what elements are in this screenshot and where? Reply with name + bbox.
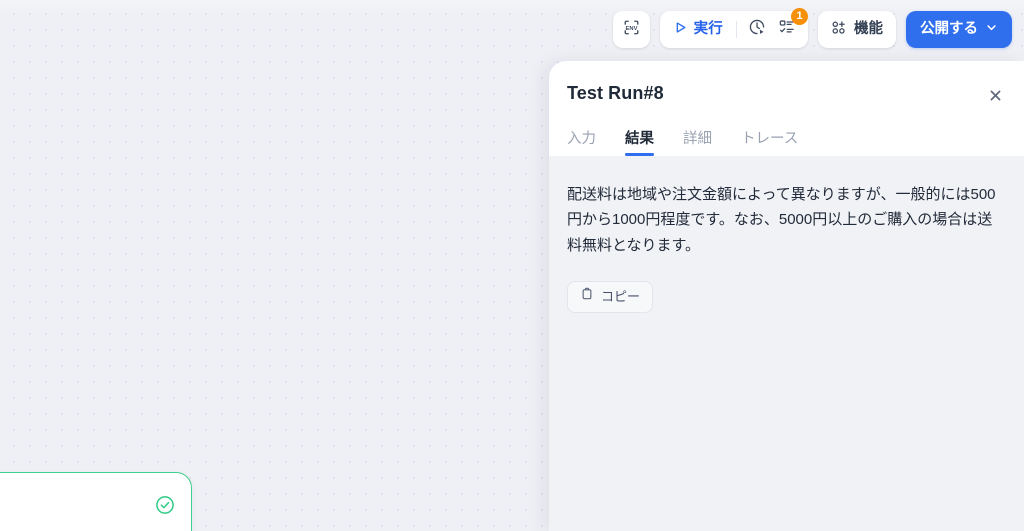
- workflow-node[interactable]: [0, 472, 192, 531]
- close-icon[interactable]: [983, 83, 1007, 107]
- run-button-label: 実行: [693, 21, 723, 38]
- chevron-down-icon: [985, 21, 998, 39]
- publish-button-label: 公開する: [920, 21, 978, 38]
- panel-body: 配送料は地域や注文金額によって異なりますが、一般的には500円から1000円程度…: [549, 156, 1024, 313]
- check-circle-icon: [155, 495, 175, 515]
- apps-plus-icon: [830, 19, 847, 41]
- panel-header: Test Run#8 入力 結果 詳細 トレース: [549, 61, 1024, 156]
- app-root: ENV 実行 1 機能 公開する Test Run#8 入力 結果 詳細 トレー…: [0, 0, 1024, 531]
- run-button[interactable]: 実行: [666, 15, 731, 44]
- tab-result[interactable]: 結果: [625, 132, 654, 156]
- panel-tabs: 入力 結果 詳細 トレース: [567, 121, 1024, 156]
- test-run-panel: Test Run#8 入力 結果 詳細 トレース 配送料は地域や注文金額によって…: [549, 61, 1024, 531]
- tasks-button[interactable]: 1: [772, 8, 808, 44]
- play-icon: [673, 20, 688, 40]
- tab-detail[interactable]: 詳細: [683, 132, 712, 156]
- env-button[interactable]: ENV: [612, 11, 650, 48]
- feature-button-label: 機能: [854, 21, 883, 38]
- clock-play-icon: [748, 18, 766, 41]
- tab-trace[interactable]: トレース: [741, 132, 798, 156]
- tab-input[interactable]: 入力: [567, 132, 596, 156]
- svg-text:ENV: ENV: [625, 25, 637, 31]
- panel-title: Test Run#8: [567, 83, 664, 103]
- schedule-run-button[interactable]: [742, 15, 772, 44]
- publish-button[interactable]: 公開する: [906, 11, 1012, 48]
- clipboard-icon: [580, 287, 594, 306]
- copy-button[interactable]: コピー: [567, 280, 654, 313]
- run-toolbar-group: 実行 1: [659, 8, 808, 48]
- env-icon: ENV: [622, 18, 641, 42]
- feature-button[interactable]: 機能: [818, 11, 896, 48]
- tasks-badge: 1: [791, 8, 808, 25]
- copy-button-label: コピー: [601, 289, 641, 305]
- toolbar-divider: [736, 21, 737, 38]
- result-text: 配送料は地域や注文金額によって異なりますが、一般的には500円から1000円程度…: [567, 185, 996, 255]
- top-toolbar: ENV 実行 1 機能 公開する: [612, 8, 1012, 48]
